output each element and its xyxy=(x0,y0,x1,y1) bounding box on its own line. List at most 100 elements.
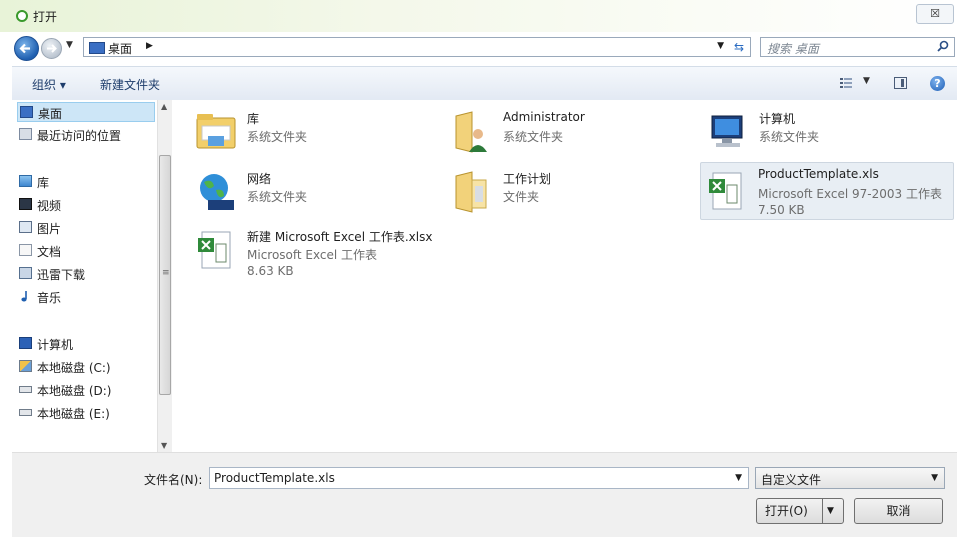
back-button[interactable] xyxy=(14,36,39,61)
sidebar-item-label: 本地磁盘 (C:) xyxy=(37,361,111,375)
file-list[interactable]: 库 系统文件夹 Administrator 系统文件夹 计算机 系统文件夹 网络 xyxy=(172,100,957,452)
network-icon xyxy=(200,174,234,210)
file-name: 工作计划 xyxy=(503,172,552,186)
file-name: 新建 Microsoft Excel 工作表.xlsx xyxy=(247,230,433,244)
window-title: 打开 xyxy=(33,10,58,24)
file-name: 计算机 xyxy=(759,112,796,126)
file-item-new-excel[interactable]: 新建 Microsoft Excel 工作表.xlsx Microsoft Ex… xyxy=(190,224,470,282)
views-icon[interactable] xyxy=(840,77,852,89)
file-name: ProductTemplate.xls xyxy=(758,167,879,181)
sidebar-item-pictures[interactable]: 图片 xyxy=(17,218,155,238)
search-input[interactable]: 搜索 桌面 xyxy=(760,37,955,57)
sidebar-item-label: 最近访问的位置 xyxy=(37,129,122,143)
recent-places-icon xyxy=(19,128,32,140)
file-item-product-template[interactable]: ProductTemplate.xls Microsoft Excel 97-2… xyxy=(700,162,954,220)
scroll-grip-icon: ≡ xyxy=(162,268,170,278)
file-type: Microsoft Excel 97-2003 工作表 xyxy=(758,187,942,201)
sidebar-item-drive-d[interactable]: 本地磁盘 (D:) xyxy=(17,380,155,400)
help-icon[interactable]: ? xyxy=(930,76,945,91)
library-folder-icon xyxy=(196,114,236,149)
file-type: 系统文件夹 xyxy=(503,130,564,144)
file-size: 7.50 KB xyxy=(758,203,805,217)
sidebar-item-video[interactable]: 视频 xyxy=(17,195,155,215)
scrollbar-thumb[interactable]: ≡ xyxy=(159,155,171,395)
file-type: Microsoft Excel 工作表 xyxy=(247,248,378,262)
close-button[interactable]: ☒ xyxy=(916,4,954,24)
app-icon xyxy=(16,10,28,22)
file-name: Administrator xyxy=(503,110,585,124)
sidebar-item-computer[interactable]: 计算机 xyxy=(17,334,155,354)
computer-icon xyxy=(711,115,743,147)
sidebar-item-label: 迅雷下载 xyxy=(37,268,86,282)
forward-button[interactable] xyxy=(41,38,62,59)
drive-icon xyxy=(19,409,32,416)
filename-value[interactable]: ProductTemplate.xls xyxy=(214,471,335,485)
document-icon xyxy=(19,244,32,256)
open-button-label: 打开(O) xyxy=(765,504,808,518)
address-bar[interactable]: 桌面 ▶ ▼ ⇆ xyxy=(83,37,751,57)
search-icon[interactable] xyxy=(937,40,949,52)
file-name: 库 xyxy=(247,112,260,126)
search-placeholder: 搜索 桌面 xyxy=(767,42,819,56)
file-item-computer[interactable]: 计算机 系统文件夹 xyxy=(702,106,952,156)
organize-button[interactable]: 组织 ▾ xyxy=(32,76,66,93)
back-arrow-icon xyxy=(19,43,30,54)
sidebar-item-label: 视频 xyxy=(37,199,62,213)
cancel-button[interactable]: 取消 xyxy=(854,498,943,524)
sidebar-item-documents[interactable]: 文档 xyxy=(17,241,155,261)
breadcrumb-arrow-icon[interactable]: ▶ xyxy=(146,41,153,51)
views-dropdown-icon[interactable]: ▼ xyxy=(863,76,870,86)
sidebar-item-library[interactable]: 库 xyxy=(17,172,155,192)
file-name: 网络 xyxy=(247,172,272,186)
forward-arrow-icon xyxy=(47,44,57,53)
file-item-administrator[interactable]: Administrator 系统文件夹 xyxy=(446,106,696,156)
sidebar-item-label: 计算机 xyxy=(37,338,74,352)
sidebar-item-music[interactable]: 音乐 xyxy=(17,287,155,307)
refresh-button[interactable]: ⇆ xyxy=(729,39,749,55)
user-folder-icon xyxy=(455,111,487,153)
sidebar-item-drive-e[interactable]: 本地磁盘 (E:) xyxy=(17,403,155,423)
file-type: 系统文件夹 xyxy=(247,190,308,204)
address-path[interactable]: 桌面 xyxy=(108,40,132,57)
open-button[interactable]: 打开(O) ▼ xyxy=(756,498,844,524)
bottom-panel: 文件名(N): ProductTemplate.xls ▼ 自定义文件 ▼ 打开… xyxy=(12,452,957,537)
picture-icon xyxy=(19,221,32,233)
title-bar: 打开 ☒ xyxy=(0,0,957,32)
sidebar-item-recent[interactable]: 最近访问的位置 xyxy=(17,125,155,145)
file-item-network[interactable]: 网络 系统文件夹 xyxy=(190,166,440,216)
drive-icon xyxy=(19,386,32,393)
sidebar-item-downloads[interactable]: 迅雷下载 xyxy=(17,264,155,284)
file-type-select[interactable]: 自定义文件 ▼ xyxy=(755,467,945,489)
filename-dropdown-icon[interactable]: ▼ xyxy=(735,473,742,483)
sidebar-item-label: 本地磁盘 (E:) xyxy=(37,407,110,421)
new-folder-button[interactable]: 新建文件夹 xyxy=(100,76,160,93)
command-bar: 组织 ▾ 新建文件夹 ▼ ? xyxy=(12,66,957,102)
drive-c-icon xyxy=(19,360,32,372)
sidebar-item-label: 文档 xyxy=(37,245,62,259)
preview-pane-icon[interactable] xyxy=(894,77,907,89)
sidebar-item-drive-c[interactable]: 本地磁盘 (C:) xyxy=(17,357,155,377)
open-button-divider xyxy=(822,499,823,523)
file-type: 文件夹 xyxy=(503,190,540,204)
video-icon xyxy=(19,198,32,210)
filename-input[interactable]: ProductTemplate.xls ▼ xyxy=(209,467,749,489)
address-row: ▼ 桌面 ▶ ▼ ⇆ 搜索 桌面 xyxy=(0,32,957,64)
file-type: 系统文件夹 xyxy=(759,130,820,144)
sidebar-item-label: 音乐 xyxy=(37,291,62,305)
history-dropdown-icon[interactable]: ▼ xyxy=(66,40,73,50)
navigation-pane[interactable]: 桌面 最近访问的位置 库 视频 图片 文档 迅雷下载 音乐 计算机 本地磁盘 (… xyxy=(12,100,172,452)
file-type: 系统文件夹 xyxy=(247,130,308,144)
scroll-up-icon[interactable]: ▲ xyxy=(161,102,167,111)
file-item-work-plan[interactable]: 工作计划 文件夹 xyxy=(446,166,696,216)
computer-icon xyxy=(19,337,32,349)
file-type-dropdown-icon[interactable]: ▼ xyxy=(931,473,938,483)
file-item-library[interactable]: 库 系统文件夹 xyxy=(190,106,440,156)
address-dropdown-icon[interactable]: ▼ xyxy=(717,41,724,51)
excel-file-icon xyxy=(709,172,742,210)
open-dropdown-icon[interactable]: ▼ xyxy=(827,499,834,523)
sidebar-item-desktop[interactable]: 桌面 xyxy=(17,102,155,122)
file-size: 8.63 KB xyxy=(247,264,294,278)
scroll-down-icon[interactable]: ▼ xyxy=(161,441,167,450)
sidebar-scrollbar[interactable]: ▲ ≡ ▼ xyxy=(157,100,173,452)
download-icon xyxy=(19,267,32,279)
